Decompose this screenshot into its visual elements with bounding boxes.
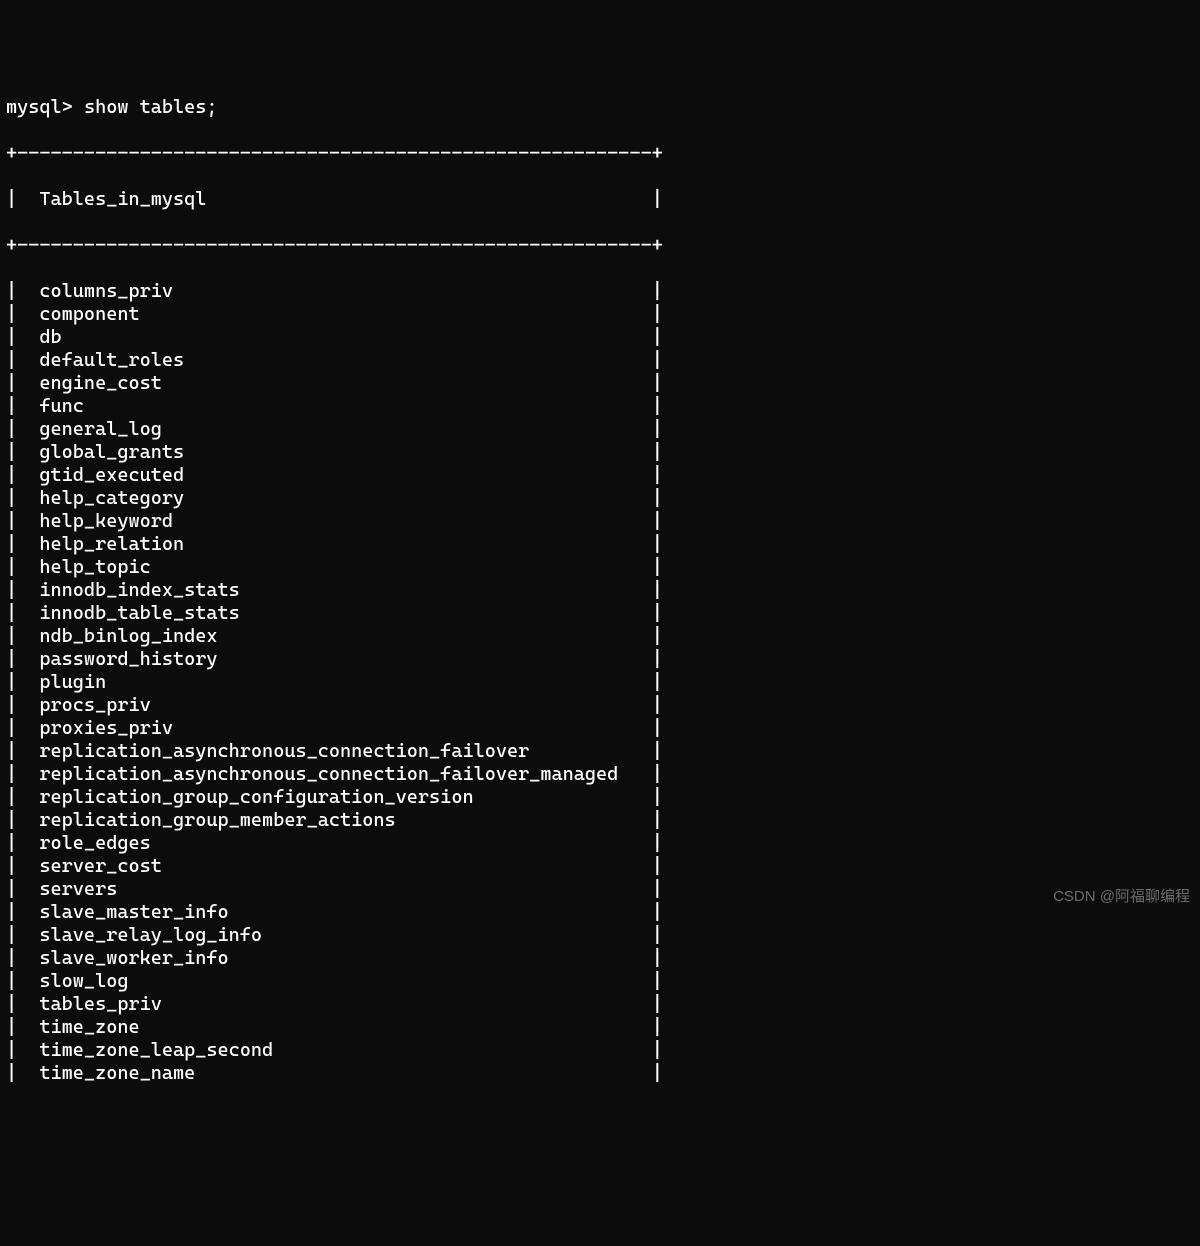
- table-row: | replication_asynchronous_connection_fa…: [6, 740, 1194, 763]
- table-row: | slave_worker_info |: [6, 947, 1194, 970]
- table-divider-mid: +---------------------------------------…: [6, 234, 1194, 257]
- table-row: | general_log |: [6, 418, 1194, 441]
- table-row: | columns_priv |: [6, 280, 1194, 303]
- table-row: | gtid_executed |: [6, 464, 1194, 487]
- table-row: | global_grants |: [6, 441, 1194, 464]
- table-row: | password_history |: [6, 648, 1194, 671]
- sql-command: show tables;: [84, 96, 218, 118]
- table-row: | help_keyword |: [6, 510, 1194, 533]
- table-row: | innodb_index_stats |: [6, 579, 1194, 602]
- table-header-row: | Tables_in_mysql |: [6, 188, 1194, 211]
- table-row: | time_zone_name |: [6, 1062, 1194, 1085]
- table-row: | role_edges |: [6, 832, 1194, 855]
- table-row: | default_roles |: [6, 349, 1194, 372]
- table-row: | replication_group_configuration_versio…: [6, 786, 1194, 809]
- table-row: | slave_master_info |: [6, 901, 1194, 924]
- table-row: | procs_priv |: [6, 694, 1194, 717]
- table-row: | time_zone |: [6, 1016, 1194, 1039]
- table-row: | servers |: [6, 878, 1194, 901]
- table-row: | server_cost |: [6, 855, 1194, 878]
- table-row: | slave_relay_log_info |: [6, 924, 1194, 947]
- table-row: | replication_group_member_actions |: [6, 809, 1194, 832]
- table-row: | component |: [6, 303, 1194, 326]
- table-body: | columns_priv || component || db || def…: [6, 280, 1194, 1085]
- table-row: | tables_priv |: [6, 993, 1194, 1016]
- table-row: | help_topic |: [6, 556, 1194, 579]
- command-line[interactable]: mysql> show tables;: [6, 96, 1194, 119]
- table-row: | ndb_binlog_index |: [6, 625, 1194, 648]
- table-row: | help_relation |: [6, 533, 1194, 556]
- table-row: | innodb_table_stats |: [6, 602, 1194, 625]
- table-row: | plugin |: [6, 671, 1194, 694]
- table-row: | replication_asynchronous_connection_fa…: [6, 763, 1194, 786]
- mysql-prompt: mysql>: [6, 96, 84, 118]
- table-row: | engine_cost |: [6, 372, 1194, 395]
- table-row: | db |: [6, 326, 1194, 349]
- table-row: | proxies_priv |: [6, 717, 1194, 740]
- table-divider-top: +---------------------------------------…: [6, 142, 1194, 165]
- table-row: | func |: [6, 395, 1194, 418]
- watermark: CSDN @阿福聊编程: [1053, 885, 1190, 908]
- table-row: | time_zone_leap_second |: [6, 1039, 1194, 1062]
- table-row: | slow_log |: [6, 970, 1194, 993]
- table-row: | help_category |: [6, 487, 1194, 510]
